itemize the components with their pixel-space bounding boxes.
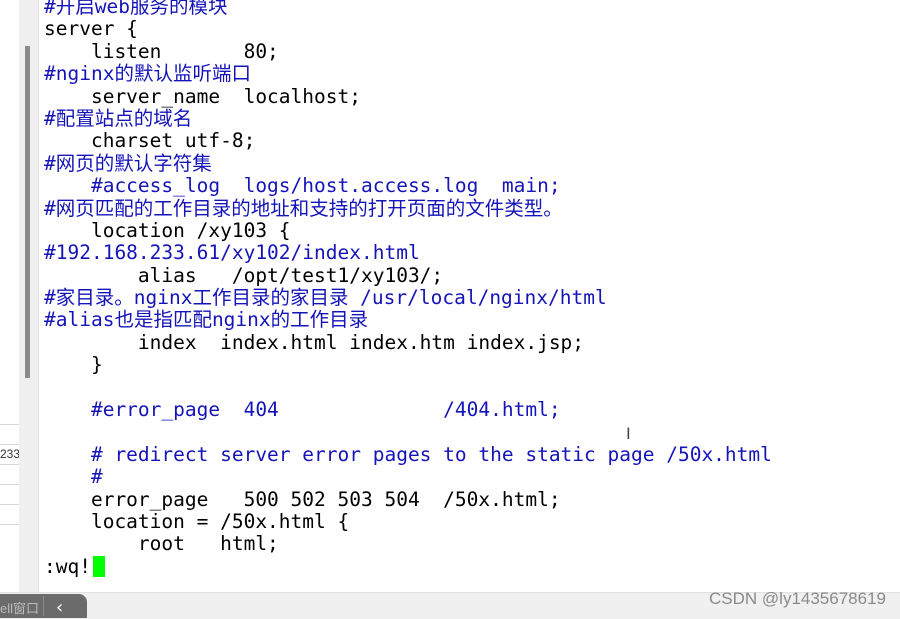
code-line: #网页的默认字符集 (44, 151, 212, 175)
code-line: location /xy103 { (44, 218, 291, 242)
vim-editor[interactable]: #开启web服务的模块 server { listen 80; #nginx的默认监… (44, 0, 900, 578)
code-line: #error_page 404 /404.html; (44, 398, 561, 422)
command-line[interactable]: :wq! (44, 554, 900, 578)
code-line: error_page 500 502 503 504 /50x.html; (44, 487, 561, 511)
code-line: # redirect server error pages to the sta… (44, 442, 772, 466)
code-line: #配置站点的域名 (44, 106, 193, 130)
shell-window-tab[interactable]: ell窗口 ‹ (0, 594, 87, 618)
tab-divider (43, 596, 44, 616)
code-line: #192.168.233.61/xy102/index.html (44, 241, 420, 265)
sidebar-scrollbar-thumb[interactable] (25, 46, 30, 378)
mouse-ibeam-icon: I (626, 424, 631, 443)
code-line: #access_log logs/host.access.log main; (44, 174, 561, 198)
code-line: index index.html index.htm index.jsp; (44, 330, 585, 354)
code-line: server { (44, 17, 138, 41)
code-line: #alias也是指匹配nginx的工作目录 (44, 308, 369, 332)
chevron-left-icon[interactable]: ‹ (56, 597, 63, 618)
code-line: #家目录。nginx工作目录的家目录 /usr/local/nginx/html (44, 286, 607, 310)
code-line: #nginx的默认监听端口 (44, 62, 251, 86)
code-line: charset utf-8; (44, 129, 256, 153)
code-line: location = /50x.html { (44, 509, 350, 533)
tab-label: ell窗口 (0, 601, 40, 616)
code-line: } (44, 353, 103, 377)
editor-lines: #开启web服务的模块 server { listen 80; #nginx的默认监… (44, 0, 900, 556)
command-text: :wq! (44, 554, 91, 578)
watermark: CSDN @ly1435678619 (709, 589, 886, 608)
code-line: server_name localhost; (44, 84, 361, 108)
code-line: alias /opt/test1/xy103/; (44, 263, 444, 287)
cursor (92, 556, 105, 578)
code-line: # (44, 465, 103, 489)
code-line: #网页匹配的工作目录的地址和支持的打开页面的文件类型。 (44, 196, 563, 220)
code-line: root html; (44, 532, 279, 556)
code-line: listen 80; (44, 39, 279, 63)
code-line: #开启web服务的模块 (44, 0, 228, 18)
